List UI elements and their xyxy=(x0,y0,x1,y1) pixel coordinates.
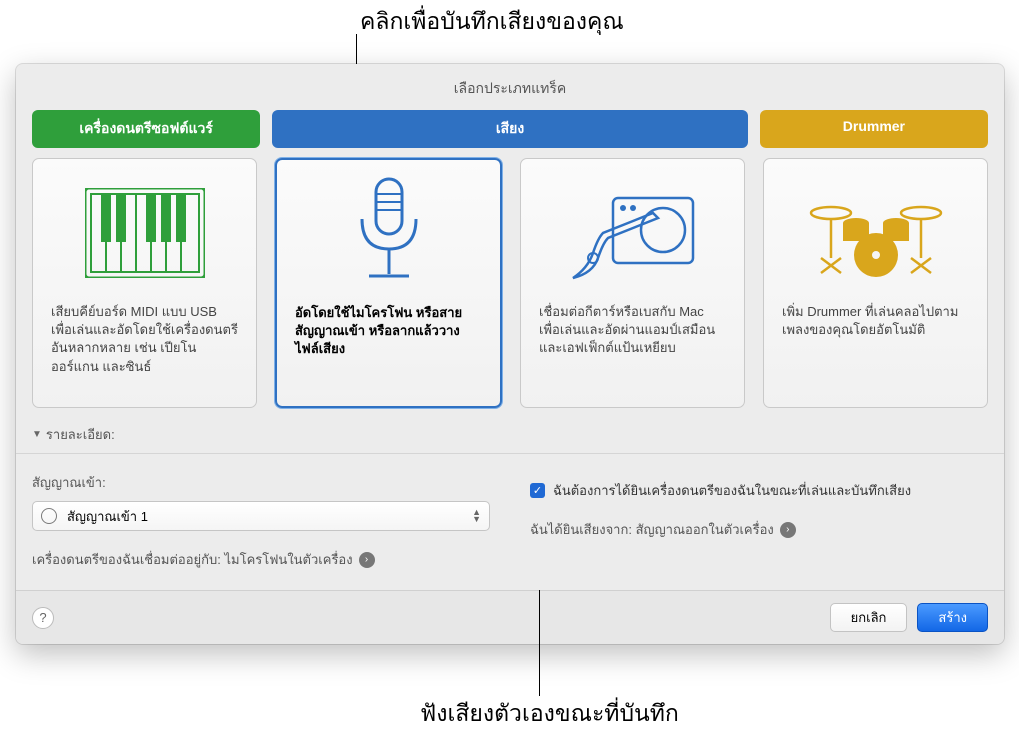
input-select[interactable]: สัญญาณเข้า 1 ▲▼ xyxy=(32,501,490,531)
hear-from-row[interactable]: ฉันได้ยินเสียงจาก: สัญญาณออกในตัวเครื่อง… xyxy=(530,519,988,540)
create-button[interactable]: สร้าง xyxy=(917,603,988,632)
track-type-dialog: เลือกประเภทแทร็ค เครื่องดนตรีซอฟต์แวร์ เ… xyxy=(16,64,1004,644)
guitar-amp-icon xyxy=(563,173,703,293)
input-label: สัญญาณเข้า: xyxy=(32,472,490,493)
dialog-title: เลือกประเภทแทร็ค xyxy=(16,64,1004,110)
card-desc: เชื่อมต่อกีตาร์หรือเบสกับ Mac เพื่อเล่นแ… xyxy=(539,303,726,358)
card-guitar[interactable]: เชื่อมต่อกีตาร์หรือเบสกับ Mac เพื่อเล่นแ… xyxy=(520,158,745,408)
tab-drummer[interactable]: Drummer xyxy=(760,110,988,148)
monitor-section: ✓ ฉันต้องการได้ยินเครื่องดนตรีของฉันในขณ… xyxy=(530,472,988,570)
details-toggle[interactable]: ▼ รายละเอียด: xyxy=(16,424,1004,453)
card-software-instrument[interactable]: เสียบคีย์บอร์ด MIDI แบบ USB เพื่อเล่นและ… xyxy=(32,158,257,408)
input-selected-value: สัญญาณเข้า 1 xyxy=(67,506,148,527)
microphone-icon xyxy=(344,174,434,294)
card-microphone[interactable]: อัดโดยใช้ไมโครโฟน หรือสายสัญญาณเข้า หรือ… xyxy=(275,158,502,408)
card-desc: เพิ่ม Drummer ที่เล่นคลอไปตามเพลงของคุณโ… xyxy=(782,303,969,339)
callout-line-bottom xyxy=(539,590,540,696)
piano-icon xyxy=(85,173,205,293)
track-tabs: เครื่องดนตรีซอฟต์แวร์ เสียง Drummer xyxy=(16,110,1004,158)
monitor-checkbox[interactable]: ✓ xyxy=(530,483,545,498)
cancel-button[interactable]: ยกเลิก xyxy=(830,603,908,632)
input-channel-icon xyxy=(41,508,57,524)
details-label: รายละเอียด: xyxy=(46,424,115,445)
input-section: สัญญาณเข้า: สัญญาณเข้า 1 ▲▼ เครื่องดนตรี… xyxy=(32,472,490,570)
tab-software-instrument[interactable]: เครื่องดนตรีซอฟต์แวร์ xyxy=(32,110,260,148)
dialog-footer: ? ยกเลิก สร้าง xyxy=(16,590,1004,644)
help-button[interactable]: ? xyxy=(32,607,54,629)
monitor-checkbox-row[interactable]: ✓ ฉันต้องการได้ยินเครื่องดนตรีของฉันในขณ… xyxy=(530,480,988,501)
callout-monitor: ฟังเสียงตัวเองขณะที่บันทึก xyxy=(420,696,679,732)
chevron-right-icon: › xyxy=(359,552,375,568)
track-cards: เสียบคีย์บอร์ด MIDI แบบ USB เพื่อเล่นและ… xyxy=(16,158,1004,424)
details-panel: สัญญาณเข้า: สัญญาณเข้า 1 ▲▼ เครื่องดนตรี… xyxy=(16,454,1004,590)
hear-from-label: ฉันได้ยินเสียงจาก: สัญญาณออกในตัวเครื่อง xyxy=(530,519,774,540)
connected-device-row[interactable]: เครื่องดนตรีของฉันเชื่อมต่ออยู่กับ: ไมโค… xyxy=(32,549,490,570)
monitor-checkbox-label: ฉันต้องการได้ยินเครื่องดนตรีของฉันในขณะท… xyxy=(553,480,911,501)
disclosure-triangle-icon: ▼ xyxy=(32,429,42,440)
connected-device-label: เครื่องดนตรีของฉันเชื่อมต่ออยู่กับ: ไมโค… xyxy=(32,549,353,570)
callout-record-voice: คลิกเพื่อบันทึกเสียงของคุณ xyxy=(360,4,624,40)
card-drummer[interactable]: เพิ่ม Drummer ที่เล่นคลอไปตามเพลงของคุณโ… xyxy=(763,158,988,408)
card-desc: อัดโดยใช้ไมโครโฟน หรือสายสัญญาณเข้า หรือ… xyxy=(295,304,482,359)
select-chevrons-icon: ▲▼ xyxy=(472,509,481,523)
drums-icon xyxy=(806,173,946,293)
tab-audio[interactable]: เสียง xyxy=(272,110,748,148)
chevron-right-icon: › xyxy=(780,522,796,538)
card-desc: เสียบคีย์บอร์ด MIDI แบบ USB เพื่อเล่นและ… xyxy=(51,303,238,376)
